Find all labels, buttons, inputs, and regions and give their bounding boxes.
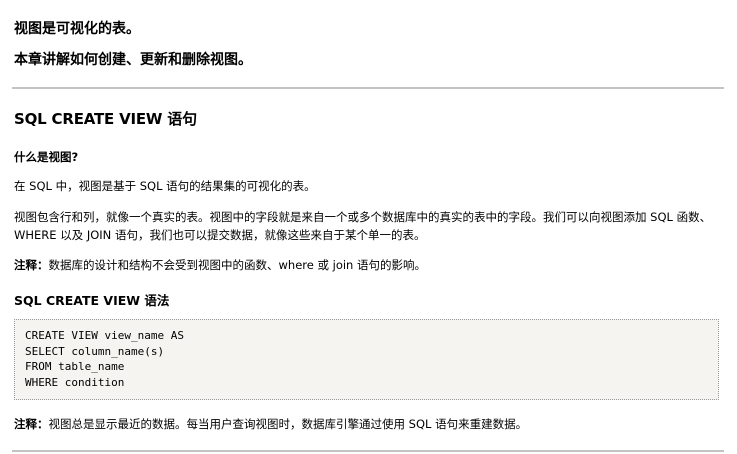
note-label: 注释： bbox=[14, 258, 49, 272]
code-line: FROM table_name bbox=[25, 360, 125, 373]
section-title: SQL CREATE VIEW 语句 bbox=[14, 110, 197, 128]
intro-line-2: 本章讲解如何创建、更新和删除视图。 bbox=[14, 52, 252, 68]
code-line: CREATE VIEW view_name AS bbox=[25, 329, 184, 342]
code-line: SELECT column_name(s) bbox=[25, 344, 165, 358]
code-block: CREATE VIEW view_name AS SELECT column_n… bbox=[14, 319, 719, 400]
divider-bottom bbox=[12, 450, 724, 452]
subheading-what-is-view: 什么是视图? bbox=[14, 150, 79, 164]
paragraph-description: 视图包含行和列，就像一个真实的表。视图中的字段就是来自一个或多个数据库中的真实的… bbox=[14, 210, 712, 242]
note-paragraph-1: 注释：数据库的设计和结构不会受到视图中的函数、where 或 join 语句的影… bbox=[14, 256, 426, 274]
page: 视图是可视化的表。 本章讲解如何创建、更新和删除视图。 SQL CREATE V… bbox=[0, 0, 737, 454]
intro-line-1: 视图是可视化的表。 bbox=[14, 21, 140, 37]
paragraph-definition: 在 SQL 中，视图是基于 SQL 语句的结果集的可视化的表。 bbox=[14, 179, 316, 193]
note-text: 视图总是显示最近的数据。每当用户查询视图时，数据库引擎通过使用 SQL 语句来重… bbox=[48, 417, 528, 431]
code-line: WHERE condition bbox=[25, 375, 125, 389]
note-text: 数据库的设计和结构不会受到视图中的函数、where 或 join 语句的影响。 bbox=[48, 258, 427, 272]
note-label: 注释： bbox=[14, 417, 49, 431]
syntax-heading: SQL CREATE VIEW 语法 bbox=[14, 293, 170, 308]
note-paragraph-2: 注释：视图总是显示最近的数据。每当用户查询视图时，数据库引擎通过使用 SQL 语… bbox=[14, 415, 527, 433]
divider-top bbox=[12, 87, 724, 89]
